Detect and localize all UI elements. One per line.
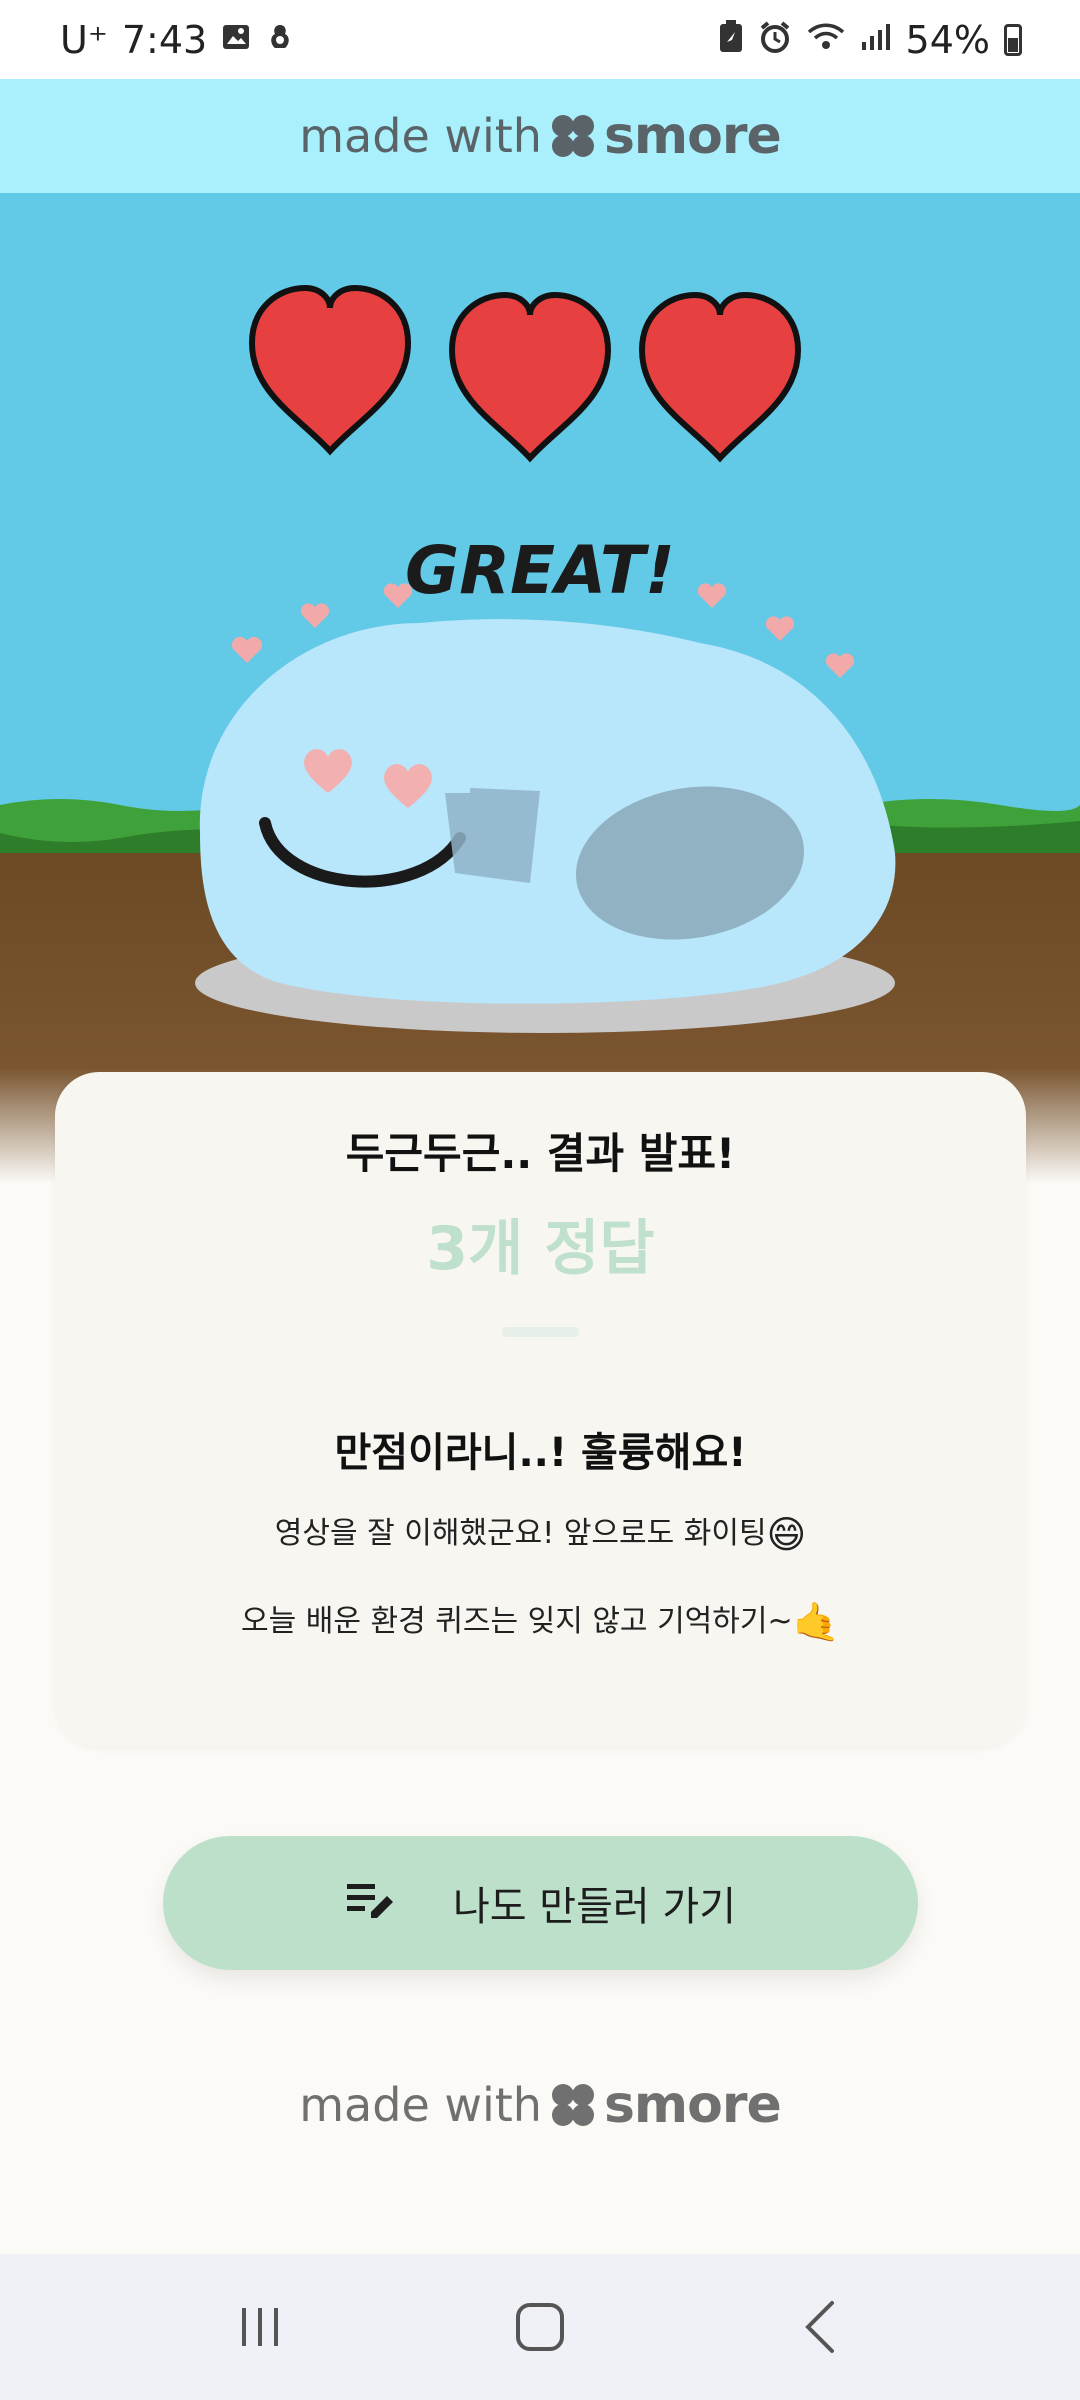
- top-banner[interactable]: made with smore: [0, 79, 1080, 193]
- result-desc-line1: 영상을 잘 이해했군요! 앞으로도 화이팅😄: [55, 1508, 1026, 1557]
- status-left: U⁺ 7:43: [60, 18, 295, 62]
- result-desc-line2-text: 오늘 배운 환경 퀴즈는 잊지 않고 기억하기~: [241, 1604, 793, 1639]
- edit-note-icon: [345, 1878, 397, 1928]
- result-title: 만점이라니..! 훌륭해요!: [334, 1430, 747, 1476]
- smore-brand: smore: [603, 106, 782, 166]
- footer-banner[interactable]: made with smore: [0, 2075, 1080, 2135]
- result-heading: 두근두근.. 결과 발표!: [345, 1129, 736, 1178]
- wifi-icon: [806, 21, 846, 58]
- status-bar: U⁺ 7:43 54%: [0, 0, 1080, 79]
- back-button[interactable]: [780, 2287, 860, 2367]
- system-nav-bar: [0, 2254, 1080, 2400]
- footer-smore-brand: smore: [603, 2075, 782, 2135]
- clock: 7:43: [121, 17, 208, 62]
- recent-apps-button[interactable]: [220, 2287, 300, 2367]
- footer-made-with-text: made with: [299, 2078, 542, 2132]
- battery-percent: 54%: [905, 17, 990, 62]
- home-icon: [516, 2303, 564, 2351]
- status-right: 54%: [718, 18, 1022, 62]
- great-caption: GREAT!: [405, 532, 675, 609]
- footer-smore-logo-icon: [551, 2084, 594, 2126]
- battery-saver-icon: [718, 20, 744, 59]
- divider: [502, 1327, 579, 1337]
- home-button[interactable]: [500, 2287, 580, 2367]
- battery-icon: [1004, 23, 1022, 56]
- smore-logo-icon: [551, 115, 594, 157]
- made-with-text: made with: [299, 109, 542, 163]
- trash-piece-1: [445, 788, 540, 883]
- make-my-own-label: 나도 만들러 가기: [452, 1884, 737, 1930]
- result-score: 3개 정답: [426, 1214, 655, 1284]
- hero-illustration: GREAT!: [0, 193, 1080, 1183]
- made-with-smore-link[interactable]: made with smore: [299, 106, 781, 166]
- grin-emoji-icon: 😄: [766, 1512, 807, 1557]
- result-desc-line1-text: 영상을 잘 이해했군요! 앞으로도 화이팅: [274, 1516, 767, 1551]
- make-my-own-button[interactable]: 나도 만들러 가기: [163, 1836, 918, 1970]
- alarm-icon: [758, 20, 792, 59]
- recent-apps-icon: [242, 2308, 278, 2346]
- call-me-hand-emoji-icon: 🤙: [792, 1600, 840, 1644]
- footer-made-with-smore-link[interactable]: made with smore: [299, 2075, 781, 2135]
- back-icon: [805, 2301, 834, 2353]
- image-icon: [221, 22, 251, 57]
- signal-icon: [860, 22, 892, 57]
- app-notification-icon: [265, 22, 295, 57]
- result-card: 두근두근.. 결과 발표! 3개 정답 만점이라니..! 훌륭해요! 영상을 잘…: [55, 1072, 1026, 1747]
- result-desc-line2: 오늘 배운 환경 퀴즈는 잊지 않고 기억하기~🤙: [55, 1596, 1026, 1645]
- carrier-label: U⁺: [60, 17, 108, 62]
